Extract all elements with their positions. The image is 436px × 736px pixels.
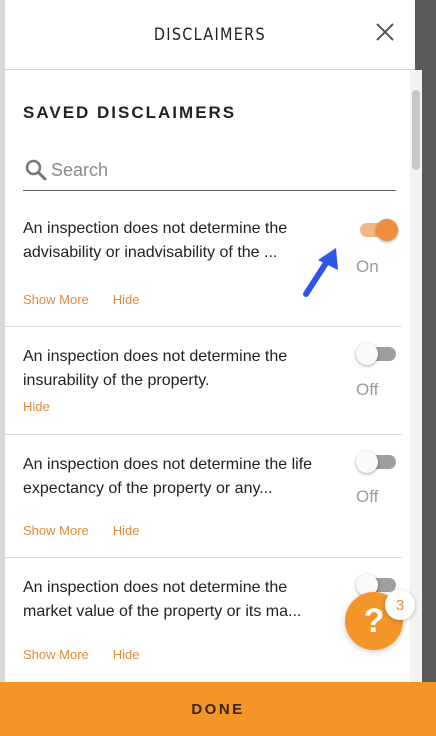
close-icon (376, 23, 394, 41)
disclaimer-item: An inspection does not determine the ins… (5, 327, 402, 435)
show-more-link[interactable]: Show More (23, 523, 89, 538)
scrollbar-thumb[interactable] (412, 90, 420, 170)
disclaimer-links: Show More Hide (23, 292, 140, 307)
disclaimer-toggle[interactable] (356, 219, 398, 241)
hide-link[interactable]: Hide (113, 292, 140, 307)
pointer-arrow-icon (303, 248, 338, 297)
show-more-link[interactable]: Show More (23, 292, 89, 307)
disclaimer-toggle[interactable] (356, 574, 396, 596)
page-title: DISCLAIMERS (153, 24, 267, 45)
disclaimer-item: An inspection does not determine the lif… (5, 435, 402, 558)
toggle-state-label: On (356, 257, 379, 276)
show-more-link[interactable]: Show More (23, 647, 89, 662)
done-label: DONE (191, 700, 245, 718)
hide-link[interactable]: Hide (113, 523, 140, 538)
search-input[interactable] (51, 159, 381, 181)
disclaimer-item: An inspection does not determine the mar… (5, 558, 402, 682)
search-icon (25, 159, 47, 181)
disclaimer-text: An inspection does not determine the lif… (23, 456, 313, 497)
hide-link[interactable]: Hide (113, 647, 140, 662)
disclaimer-links: Show More Hide (23, 523, 140, 538)
badge-count: 3 (395, 596, 405, 614)
hide-link[interactable]: Hide (23, 399, 50, 414)
disclaimer-toggle[interactable] (356, 451, 396, 473)
disclaimer-links: Show More Hide (23, 647, 140, 662)
question-mark-icon: ? (363, 601, 385, 640)
done-button[interactable]: DONE (0, 682, 436, 736)
disclaimer-text: An inspection does not determine the ins… (23, 348, 288, 389)
notification-badge: 3 (385, 590, 415, 620)
disclaimer-text: An inspection does not determine the mar… (23, 579, 302, 620)
panel-header: DISCLAIMERS (5, 0, 415, 70)
disclaimer-toggle[interactable] (356, 343, 396, 365)
close-button[interactable] (373, 20, 397, 44)
scrollbar[interactable] (410, 70, 422, 682)
disclaimer-links: Hide (23, 399, 50, 414)
toggle-state-label: Off (356, 487, 379, 506)
section-title: SAVED DISCLAIMERS (23, 103, 237, 122)
toggle-state-label: Off (356, 380, 379, 399)
search-bar (23, 150, 396, 191)
disclaimer-text: An inspection does not determine the adv… (23, 220, 288, 261)
